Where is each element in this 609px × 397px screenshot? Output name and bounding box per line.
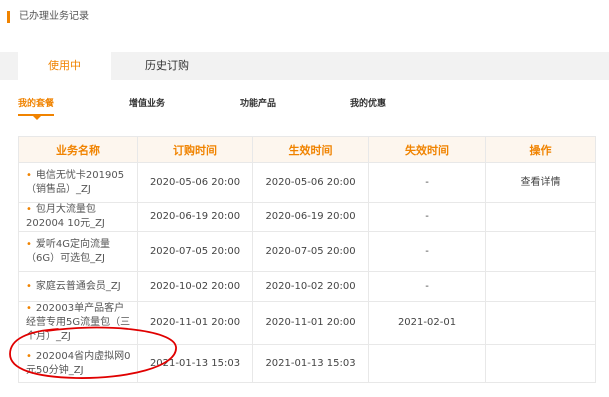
cell-order-time: 2021-01-13 15:03 bbox=[137, 344, 253, 383]
cell-expire-time: - bbox=[368, 202, 486, 232]
header-effective-time: 生效时间 bbox=[252, 136, 369, 163]
tab-in-use[interactable]: 使用中 bbox=[18, 52, 111, 80]
cell-order-time: 2020-05-06 20:00 bbox=[137, 162, 253, 203]
bullet-icon: • bbox=[26, 169, 32, 181]
cell-service-name: • 电信无忧卡201905（销售品）_ZJ bbox=[18, 162, 138, 203]
service-name-text: 爱听4G定向流量（6G）可选包_ZJ bbox=[26, 238, 111, 264]
cell-service-name: • 爱听4G定向流量（6G）可选包_ZJ bbox=[18, 231, 138, 272]
table-row: • 家庭云普通会员_ZJ 2020-10-02 20:00 2020-10-02 … bbox=[18, 271, 596, 302]
service-name-text: 包月大流量包202004 10元_ZJ bbox=[26, 204, 105, 229]
table-row: • 电信无忧卡201905（销售品）_ZJ 2020-05-06 20:00 20… bbox=[18, 162, 596, 203]
cell-action bbox=[485, 301, 596, 345]
cell-effective-time: 2020-11-01 20:00 bbox=[252, 301, 369, 345]
view-details-link[interactable]: 查看详情 bbox=[521, 177, 561, 188]
table-header-row: 业务名称 订购时间 生效时间 失效时间 操作 bbox=[18, 136, 596, 163]
cell-action bbox=[485, 271, 596, 302]
bullet-icon: • bbox=[26, 280, 32, 292]
cell-effective-time: 2020-10-02 20:00 bbox=[252, 271, 369, 302]
table-row: • 爱听4G定向流量（6G）可选包_ZJ 2020-07-05 20:00 202… bbox=[18, 231, 596, 272]
cell-service-name: • 家庭云普通会员_ZJ bbox=[18, 271, 138, 302]
subtab-function-products[interactable]: 功能产品 bbox=[240, 96, 276, 109]
service-name-text: 电信无忧卡201905（销售品）_ZJ bbox=[26, 169, 125, 195]
bullet-icon: • bbox=[26, 350, 32, 362]
section-accent-bar bbox=[7, 11, 10, 23]
cell-expire-time: - bbox=[368, 231, 486, 272]
service-name-text: 202004省内虚拟网0元50分钟_ZJ bbox=[26, 350, 131, 376]
subtab-value-added[interactable]: 增值业务 bbox=[129, 96, 165, 109]
service-name-text: 202003单产品客户经营专用5G流量包（三个月）_ZJ bbox=[26, 303, 131, 342]
orders-table: 业务名称 订购时间 生效时间 失效时间 操作 • 电信无忧卡201905（销售品）… bbox=[18, 136, 596, 383]
cell-action bbox=[485, 202, 596, 232]
section-header: 已办理业务记录 bbox=[0, 0, 609, 36]
cell-order-time: 2020-11-01 20:00 bbox=[137, 301, 253, 345]
tab-history-orders[interactable]: 历史订购 bbox=[120, 52, 214, 80]
service-name-text: 家庭云普通会员_ZJ bbox=[35, 280, 121, 292]
cell-expire-time: - bbox=[368, 271, 486, 302]
cell-action: 查看详情 bbox=[485, 162, 596, 203]
cell-expire-time: 2021-02-01 bbox=[368, 301, 486, 345]
cell-effective-time: 2021-01-13 15:03 bbox=[252, 344, 369, 383]
table-row: • 包月大流量包202004 10元_ZJ 2020-06-19 20:00 20… bbox=[18, 202, 596, 232]
bullet-icon: • bbox=[26, 204, 32, 215]
bullet-icon: • bbox=[26, 238, 32, 250]
cell-service-name: • 202004省内虚拟网0元50分钟_ZJ bbox=[18, 344, 138, 383]
section-title: 已办理业务记录 bbox=[19, 11, 89, 22]
subtab-my-discounts[interactable]: 我的优惠 bbox=[350, 96, 386, 109]
header-order-time: 订购时间 bbox=[137, 136, 253, 163]
table-row: • 202004省内虚拟网0元50分钟_ZJ 2021-01-13 15:03 2… bbox=[18, 344, 596, 383]
cell-expire-time: - bbox=[368, 162, 486, 203]
header-service-name: 业务名称 bbox=[18, 136, 138, 163]
subtab-my-plan[interactable]: 我的套餐 bbox=[18, 96, 54, 109]
cell-order-time: 2020-06-19 20:00 bbox=[137, 202, 253, 232]
table-row: • 202003单产品客户经营专用5G流量包（三个月）_ZJ 2020-11-01… bbox=[18, 301, 596, 345]
subtab-bar: 我的套餐 增值业务 功能产品 我的优惠 bbox=[0, 92, 609, 122]
bullet-icon: • bbox=[26, 303, 32, 314]
cell-action bbox=[485, 344, 596, 383]
header-expire-time: 失效时间 bbox=[368, 136, 486, 163]
active-subtab-caret-icon bbox=[33, 116, 41, 120]
cell-effective-time: 2020-06-19 20:00 bbox=[252, 202, 369, 232]
cell-effective-time: 2020-07-05 20:00 bbox=[252, 231, 369, 272]
cell-expire-time bbox=[368, 344, 486, 383]
cell-action bbox=[485, 231, 596, 272]
header-action: 操作 bbox=[485, 136, 596, 163]
tab-bar: 使用中 历史订购 bbox=[0, 52, 609, 80]
cell-service-name: • 202003单产品客户经营专用5G流量包（三个月）_ZJ bbox=[18, 301, 138, 345]
cell-service-name: • 包月大流量包202004 10元_ZJ bbox=[18, 202, 138, 232]
cell-effective-time: 2020-05-06 20:00 bbox=[252, 162, 369, 203]
cell-order-time: 2020-10-02 20:00 bbox=[137, 271, 253, 302]
cell-order-time: 2020-07-05 20:00 bbox=[137, 231, 253, 272]
